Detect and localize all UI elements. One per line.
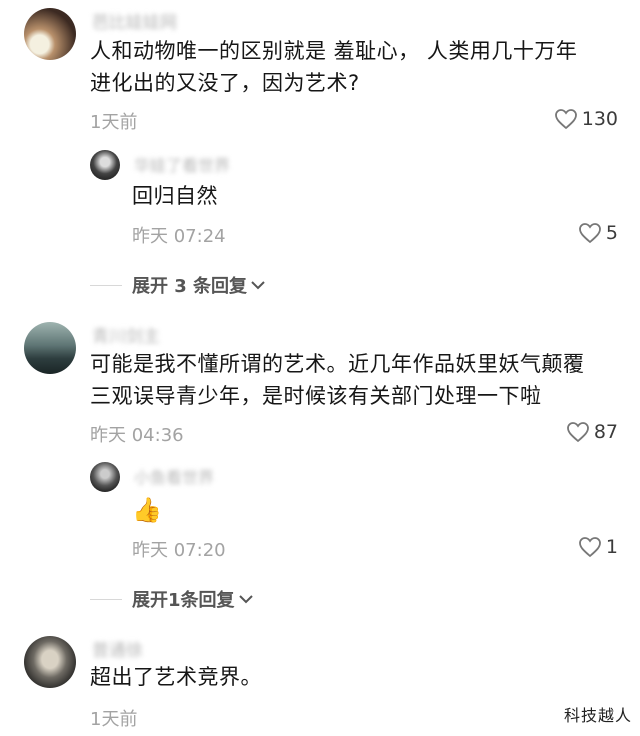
divider [90,598,122,600]
divider [90,284,122,286]
comment-time: 1天前 [90,709,138,730]
chevron-down-icon [238,595,253,604]
expand-label: 展开1条回复 [132,590,235,611]
username[interactable]: 芭比娃娃网 [92,8,177,33]
comment-time: 1天前 [90,112,138,133]
avatar[interactable] [90,150,120,180]
like-button[interactable]: 130 [554,108,618,130]
expand-replies-button[interactable]: 展开1条回复 [90,586,253,612]
chevron-down-icon [251,281,265,290]
reply-emoji: 👍 [132,496,163,524]
avatar[interactable] [24,322,76,374]
username[interactable]: 普通徐 [92,636,143,661]
like-button[interactable]: 1 [578,536,618,558]
like-count: 87 [593,421,618,443]
watermark: 科技越人 [563,706,632,725]
heart-outline-icon [579,537,601,558]
reply-text: 回归自然 [132,184,218,208]
like-button[interactable]: 5 [578,222,618,244]
avatar[interactable] [90,462,120,492]
like-count: 5 [605,222,618,244]
comment-text: 超出了艺术竞界。 [90,665,262,689]
username[interactable]: 青川剑主 [92,322,160,347]
username[interactable]: 华娃了看世界 [134,152,230,176]
avatar[interactable] [24,636,76,688]
comment-time: 昨天 04:36 [90,425,184,446]
heart-outline-icon [554,109,577,130]
like-count: 130 [581,108,618,130]
comment-text: 可能是我不懂所谓的艺术。近几年作品妖里妖气颠覆 三观误导青少年，是时候该有关部门… [90,352,585,408]
comment-text: 人和动物唯一的区别就是 羞耻心， 人类用几十万年 进化出的又没了，因为艺术? [90,39,578,95]
like-count: 1 [605,536,618,558]
expand-replies-button[interactable]: 展开 3 条回复 [90,272,265,298]
reply-time: 昨天 07:20 [132,540,226,561]
heart-outline-icon [566,422,589,443]
expand-label: 展开 3 条回复 [132,276,248,297]
username[interactable]: 小鱼看世界 [134,464,214,488]
like-button[interactable]: 87 [566,421,618,443]
heart-outline-icon [579,223,601,244]
avatar[interactable] [24,8,76,60]
reply-time: 昨天 07:24 [132,226,226,247]
